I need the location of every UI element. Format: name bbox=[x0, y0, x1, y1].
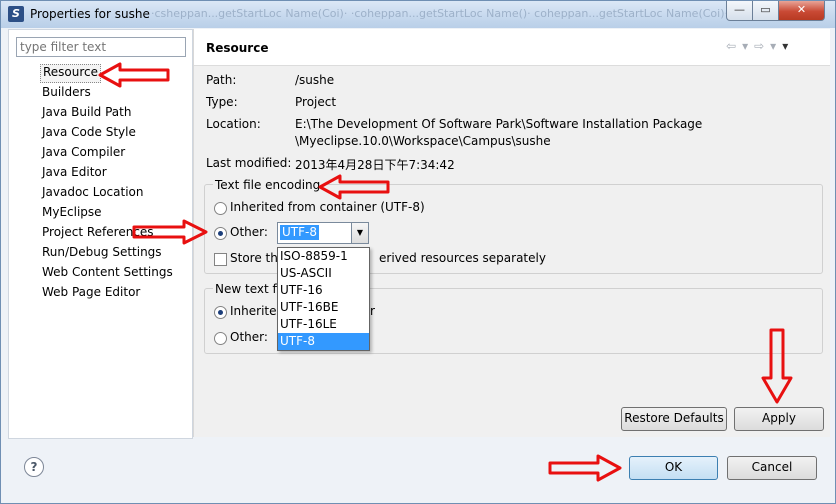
view-menu-icon[interactable]: ▾ bbox=[782, 39, 788, 53]
store-encoding-label-right: erived resources separately bbox=[379, 251, 546, 265]
path-label: Path: bbox=[206, 73, 237, 87]
tree-item-java-code-style[interactable]: Java Code Style bbox=[40, 124, 138, 141]
background-window-title: ·csheppan...getStartLoc Name(Coi)· ·cohe… bbox=[151, 7, 729, 20]
inherited-encoding-radio[interactable] bbox=[214, 202, 227, 215]
inherited-delimiter-label: Inherited bbox=[230, 304, 285, 318]
type-value: Project bbox=[295, 95, 337, 109]
tree-item-java-editor[interactable]: Java Editor bbox=[40, 164, 109, 181]
annotation-arrow-left-icon bbox=[318, 174, 390, 200]
page-title: Resource bbox=[206, 41, 269, 55]
annotation-arrow-down-icon bbox=[761, 328, 793, 404]
last-modified-value: 2013年4月28日下午7:34:42 bbox=[295, 158, 455, 172]
tree-item-web-page-editor[interactable]: Web Page Editor bbox=[40, 284, 142, 301]
tree-item-javadoc-location[interactable]: Javadoc Location bbox=[40, 184, 145, 201]
page-header: Resource ⇦ ▾ ⇨ ▾ ▾ bbox=[194, 29, 830, 66]
annotation-arrow-left-icon bbox=[98, 62, 170, 88]
restore-defaults-button[interactable]: Restore Defaults bbox=[621, 407, 727, 431]
title-bar[interactable]: S Properties for sushe ·csheppan...getSt… bbox=[1, 1, 835, 28]
other-delimiter-radio[interactable] bbox=[214, 332, 227, 345]
myeclipse-app-icon: S bbox=[8, 6, 24, 22]
window-title: Properties for sushe bbox=[30, 7, 150, 21]
maximize-button[interactable]: ▭ bbox=[752, 1, 779, 21]
location-value-line2: \Myeclipse.10.0\Workspace\Campus\sushe bbox=[295, 134, 551, 148]
annotation-arrow-right-icon bbox=[132, 219, 208, 245]
path-value: /sushe bbox=[295, 73, 335, 87]
cancel-button[interactable]: Cancel bbox=[727, 456, 817, 480]
last-modified-label: Last modified: bbox=[206, 156, 292, 170]
tree-item-myeclipse[interactable]: MyEclipse bbox=[40, 204, 104, 221]
encoding-option[interactable]: UTF-16LE bbox=[278, 316, 369, 333]
combo-chevron-down-icon[interactable]: ▼ bbox=[351, 223, 368, 243]
forward-menu-icon[interactable]: ▾ bbox=[770, 39, 776, 53]
filter-input[interactable] bbox=[16, 37, 186, 57]
encoding-option-selected[interactable]: UTF-8 bbox=[278, 333, 369, 350]
apply-button[interactable]: Apply bbox=[734, 407, 824, 431]
location-value-line1: E:\The Development Of Software Park\Soft… bbox=[295, 117, 703, 131]
other-delimiter-label: Other: bbox=[230, 330, 268, 344]
tree-item-java-compiler[interactable]: Java Compiler bbox=[40, 144, 127, 161]
inherited-delimiter-radio[interactable] bbox=[214, 306, 227, 319]
ok-button[interactable]: OK bbox=[629, 456, 718, 480]
line-delimiter-title: New text fi bbox=[213, 282, 283, 296]
encoding-option[interactable]: UTF-16BE bbox=[278, 299, 369, 316]
minimize-button[interactable]: — bbox=[726, 1, 753, 21]
help-icon[interactable]: ? bbox=[24, 457, 44, 477]
encoding-option[interactable]: UTF-16 bbox=[278, 282, 369, 299]
tree-item-java-build-path[interactable]: Java Build Path bbox=[40, 104, 133, 121]
tree-item-builders[interactable]: Builders bbox=[40, 84, 93, 101]
encoding-combo-value: UTF-8 bbox=[280, 225, 319, 240]
resource-property-page: Resource ⇦ ▾ ⇨ ▾ ▾ Path: /sushe Type: Projec… bbox=[193, 29, 830, 437]
inherited-delimiter-label-tail: r bbox=[370, 304, 375, 318]
text-file-encoding-title: Text file encoding bbox=[213, 178, 323, 192]
close-button[interactable]: ✕ bbox=[778, 1, 825, 21]
inherited-encoding-label: Inherited from container (UTF-8) bbox=[230, 200, 425, 214]
other-encoding-label: Other: bbox=[230, 225, 268, 239]
forward-arrow-icon[interactable]: ⇨ bbox=[754, 39, 764, 53]
back-menu-icon[interactable]: ▾ bbox=[742, 39, 748, 53]
encoding-dropdown-list[interactable]: ISO-8859-1 US-ASCII UTF-16 UTF-16BE UTF-… bbox=[277, 247, 370, 351]
tree-item-resource[interactable]: Resource bbox=[40, 64, 102, 83]
encoding-option[interactable]: US-ASCII bbox=[278, 265, 369, 282]
tree-item-web-content-settings[interactable]: Web Content Settings bbox=[40, 264, 175, 281]
store-encoding-checkbox[interactable] bbox=[214, 253, 227, 266]
store-encoding-label-left: Store th bbox=[230, 251, 278, 265]
annotation-arrow-right-icon bbox=[548, 454, 622, 482]
back-arrow-icon[interactable]: ⇦ bbox=[726, 39, 736, 53]
other-encoding-radio[interactable] bbox=[214, 227, 227, 240]
type-label: Type: bbox=[206, 95, 238, 109]
encoding-option[interactable]: ISO-8859-1 bbox=[278, 248, 369, 265]
tree-item-run-debug-settings[interactable]: Run/Debug Settings bbox=[40, 244, 164, 261]
location-label: Location: bbox=[206, 117, 261, 131]
history-navigation: ⇦ ▾ ⇨ ▾ ▾ bbox=[726, 39, 794, 53]
encoding-combo[interactable]: UTF-8 ▼ bbox=[277, 222, 369, 244]
